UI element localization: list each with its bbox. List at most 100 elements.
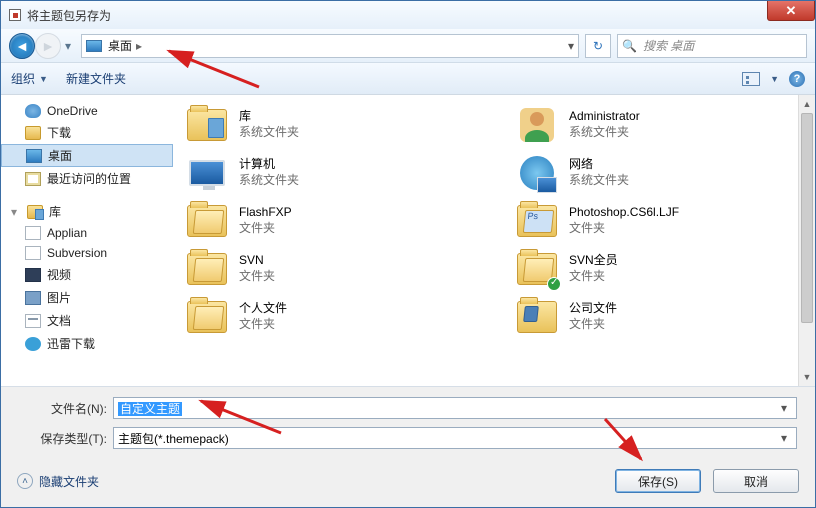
item-title: 网络 — [569, 157, 629, 173]
tree-node[interactable]: OneDrive — [1, 101, 173, 121]
item-subtitle: 系统文件夹 — [569, 173, 629, 189]
file-item[interactable]: 网络 系统文件夹 — [513, 151, 813, 195]
app-icon — [25, 246, 41, 260]
item-subtitle: 系统文件夹 — [569, 125, 640, 141]
scroll-up-icon[interactable]: ▲ — [799, 95, 815, 113]
titlebar: 将主题包另存为 ✕ — [1, 1, 815, 29]
field-area: 文件名(N): 自定义主题 ▾ 保存类型(T): 主题包(*.themepack… — [1, 387, 815, 461]
vid-icon — [25, 268, 41, 282]
item-icon — [515, 297, 559, 337]
tree-node[interactable]: 迅雷下载 — [1, 332, 173, 355]
item-icon — [185, 153, 229, 193]
address-bar[interactable]: 桌面 ▸ ▾ — [81, 34, 579, 58]
scroll-thumb[interactable] — [801, 113, 813, 323]
search-input[interactable]: 🔍 搜索 桌面 — [617, 34, 807, 58]
chevron-down-icon[interactable]: ▼ — [770, 74, 779, 84]
thu-icon — [25, 337, 41, 351]
library-icon — [27, 205, 43, 219]
save-as-dialog: 将主题包另存为 ✕ ◄ ► ▾ 桌面 ▸ ▾ ↻ 🔍 搜索 桌面 组织 ▼ 新建… — [0, 0, 816, 508]
body: OneDrive下载桌面最近访问的位置 ▾ 库 ApplianSubversio… — [1, 95, 815, 387]
chevron-down-icon[interactable]: ▾ — [776, 401, 792, 415]
hide-folders-toggle[interactable]: ˄ 隐藏文件夹 — [17, 473, 99, 490]
file-item[interactable]: Photoshop.CS6l.LJF 文件夹 — [513, 199, 813, 243]
app-icon — [25, 226, 41, 240]
item-icon — [185, 249, 229, 289]
item-title: 个人文件 — [239, 301, 287, 317]
new-folder-button[interactable]: 新建文件夹 — [66, 70, 126, 87]
nav-buttons: ◄ ► ▾ — [9, 33, 75, 59]
history-dropdown[interactable]: ▾ — [61, 39, 75, 53]
item-subtitle: 系统文件夹 — [239, 125, 299, 141]
tree-lib-head[interactable]: ▾ 库 — [1, 200, 173, 223]
item-icon — [515, 201, 559, 241]
tree-node[interactable]: Applian — [1, 223, 173, 243]
file-item[interactable]: FlashFXP 文件夹 — [183, 199, 483, 243]
tree-node[interactable]: Subversion — [1, 243, 173, 263]
item-title: 计算机 — [239, 157, 299, 173]
forward-button[interactable]: ► — [35, 33, 61, 59]
scroll-down-icon[interactable]: ▼ — [799, 368, 815, 386]
back-button[interactable]: ◄ — [9, 33, 35, 59]
item-icon — [185, 297, 229, 337]
nav-row: ◄ ► ▾ 桌面 ▸ ▾ ↻ 🔍 搜索 桌面 — [1, 29, 815, 63]
filetype-select[interactable]: 主题包(*.themepack) ▾ — [113, 427, 797, 449]
tree-node[interactable]: 视频 — [1, 263, 173, 286]
search-placeholder: 搜索 桌面 — [643, 37, 694, 54]
chevron-up-icon: ˄ — [17, 473, 33, 489]
file-item[interactable]: 公司文件 文件夹 — [513, 295, 813, 339]
nav-tree[interactable]: OneDrive下载桌面最近访问的位置 ▾ 库 ApplianSubversio… — [1, 95, 173, 386]
file-item[interactable]: SVN 文件夹 — [183, 247, 483, 291]
view-options-button[interactable] — [742, 72, 760, 86]
item-title: 公司文件 — [569, 301, 617, 317]
file-item[interactable]: 个人文件 文件夹 — [183, 295, 483, 339]
file-item[interactable]: 库 系统文件夹 — [183, 103, 483, 147]
item-icon — [515, 249, 559, 289]
chevron-down-icon[interactable]: ▾ — [776, 431, 792, 445]
item-subtitle: 文件夹 — [239, 317, 287, 333]
filename-input[interactable]: 自定义主题 ▾ — [113, 397, 797, 419]
refresh-button[interactable]: ↻ — [585, 34, 611, 58]
file-item[interactable]: Administrator 系统文件夹 — [513, 103, 813, 147]
tree-group-favorites: OneDrive下载桌面最近访问的位置 — [1, 101, 173, 190]
tree-node[interactable]: 最近访问的位置 — [1, 167, 173, 190]
scrollbar[interactable]: ▲ ▼ — [798, 95, 815, 386]
file-item[interactable]: 计算机 系统文件夹 — [183, 151, 483, 195]
close-button[interactable]: ✕ — [767, 1, 815, 21]
breadcrumb-item[interactable]: 桌面 — [108, 37, 132, 54]
search-icon: 🔍 — [622, 39, 637, 53]
save-button[interactable]: 保存(S) — [615, 469, 701, 493]
desk-icon — [26, 149, 42, 163]
tree-node[interactable]: 下载 — [1, 121, 173, 144]
breadcrumb[interactable]: 桌面 ▸ — [108, 37, 562, 54]
tree-node[interactable]: 桌面 — [1, 144, 173, 167]
tree-node[interactable]: 图片 — [1, 286, 173, 309]
breadcrumb-sep-icon[interactable]: ▸ — [136, 39, 142, 53]
tree-group-libraries: ▾ 库 ApplianSubversion视频图片文档迅雷下载 — [1, 200, 173, 355]
file-list[interactable]: 库 系统文件夹 Administrator 系统文件夹 计算机 系统文件夹 网络… — [173, 95, 815, 386]
item-title: FlashFXP — [239, 205, 292, 221]
item-title: SVN — [239, 253, 275, 269]
rec-icon — [25, 172, 41, 186]
cancel-button[interactable]: 取消 — [713, 469, 799, 493]
help-button[interactable]: ? — [789, 71, 805, 87]
filename-label: 文件名(N): — [19, 400, 107, 417]
item-icon — [185, 201, 229, 241]
item-subtitle: 文件夹 — [569, 269, 618, 285]
pic-icon — [25, 291, 41, 305]
item-subtitle: 文件夹 — [239, 221, 292, 237]
dl-icon — [25, 126, 41, 140]
item-subtitle: 系统文件夹 — [239, 173, 299, 189]
window-title: 将主题包另存为 — [27, 7, 111, 24]
filetype-label: 保存类型(T): — [19, 430, 107, 447]
location-icon — [86, 40, 102, 52]
item-subtitle: 文件夹 — [569, 317, 617, 333]
file-item[interactable]: SVN全员 文件夹 — [513, 247, 813, 291]
address-dropdown-icon[interactable]: ▾ — [568, 39, 574, 53]
organize-button[interactable]: 组织 ▼ — [11, 70, 48, 87]
item-icon — [515, 153, 559, 193]
tree-node[interactable]: 文档 — [1, 309, 173, 332]
expand-icon[interactable]: ▾ — [11, 205, 21, 219]
item-title: 库 — [239, 109, 299, 125]
cloud-icon — [25, 104, 41, 118]
toolbar: 组织 ▼ 新建文件夹 ▼ ? — [1, 63, 815, 95]
